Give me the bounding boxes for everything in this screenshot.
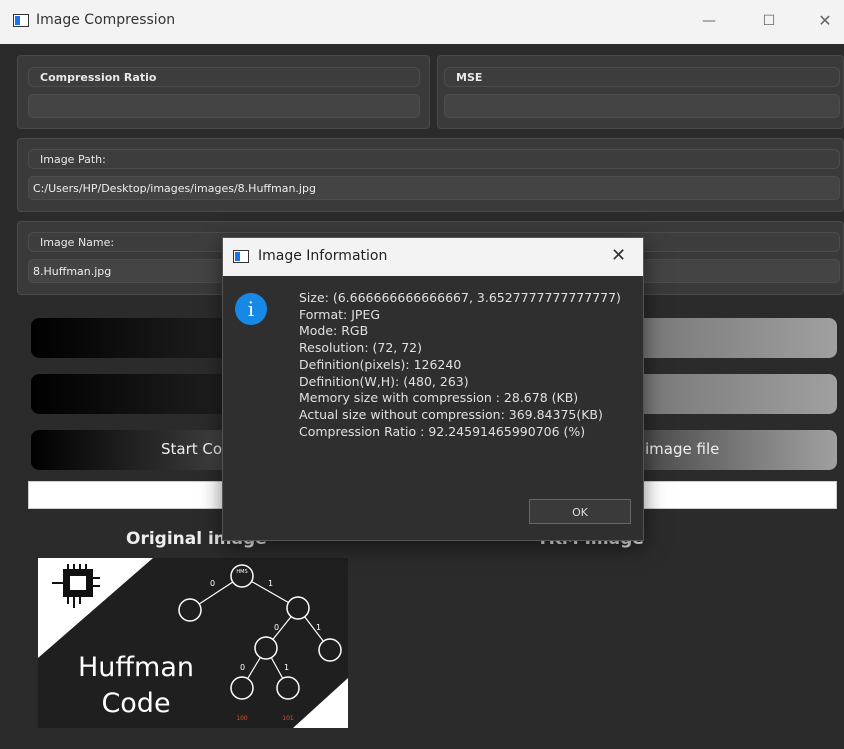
info-line-resolution: Resolution: (72, 72) [299, 340, 423, 356]
info-text: Size: (6.666666666666667, 3.652777777777… [299, 290, 621, 440]
image-path-panel: Image Path: C:/Users/HP/Desktop/images/i… [17, 138, 844, 212]
info-icon: i [235, 293, 267, 325]
edge-label: 0 [274, 623, 279, 632]
edge-label: 0 [240, 663, 245, 672]
app-window-icon [13, 14, 29, 27]
leaf-code: 100 [236, 715, 248, 722]
info-line-mode: Mode: RGB [299, 323, 369, 339]
edge-label: 1 [284, 663, 289, 672]
dialog-title: Image Information [258, 248, 388, 264]
ok-button[interactable]: OK [529, 499, 631, 524]
image-information-dialog: Image Information ✕ i Size: (6.666666666… [222, 237, 644, 541]
mse-panel: MSE [437, 55, 844, 129]
minimize-button[interactable]: — [694, 9, 724, 33]
edge-label: 1 [316, 623, 321, 632]
edge-label: 1 [268, 579, 273, 588]
original-image-preview: HMS 0 1 0 1 0 1 100 101 Huffman Code [38, 558, 348, 728]
dialog-window-icon [233, 250, 249, 263]
image-text-line2: Code [101, 688, 170, 719]
maximize-button[interactable]: ☐ [754, 9, 784, 33]
info-line-size: Size: (6.666666666666667, 3.652777777777… [299, 290, 621, 305]
info-line-actual-size: Actual size without compression: 369.843… [299, 406, 603, 422]
mse-label: MSE [444, 67, 840, 87]
title-bar: Image Compression — ☐ ✕ [0, 0, 844, 44]
node-root-label: HMS [236, 569, 247, 575]
dialog-close-button[interactable]: ✕ [611, 245, 626, 266]
info-line-compression-ratio: Compression Ratio : 92.24591465990706 (%… [299, 423, 586, 439]
save-image-file-label: image file [645, 440, 720, 458]
info-line-format: Format: JPEG [299, 306, 381, 322]
close-button[interactable]: ✕ [810, 9, 840, 33]
image-path-field[interactable]: C:/Users/HP/Desktop/images/images/8.Huff… [28, 176, 840, 200]
image-text-line1: Huffman [78, 652, 194, 683]
dialog-title-bar: Image Information ✕ [223, 238, 643, 276]
info-line-definition-wh: Definition(W,H): (480, 263) [299, 373, 469, 389]
mse-field[interactable] [444, 94, 840, 118]
start-compression-label: Start Co [161, 440, 223, 458]
edge-label: 0 [210, 579, 215, 588]
compression-ratio-panel: Compression Ratio [17, 55, 430, 129]
leaf-code: 101 [282, 715, 294, 722]
image-path-label: Image Path: [28, 149, 840, 169]
window-title: Image Compression [36, 12, 176, 28]
compression-ratio-label: Compression Ratio [28, 67, 420, 87]
huffman-illustration: HMS 0 1 0 1 0 1 100 101 Huffman Code [38, 558, 348, 728]
info-line-memory-size: Memory size with compression : 28.678 (K… [299, 390, 579, 406]
compression-ratio-field[interactable] [28, 94, 420, 118]
info-line-definition-pixels: Definition(pixels): 126240 [299, 356, 462, 372]
